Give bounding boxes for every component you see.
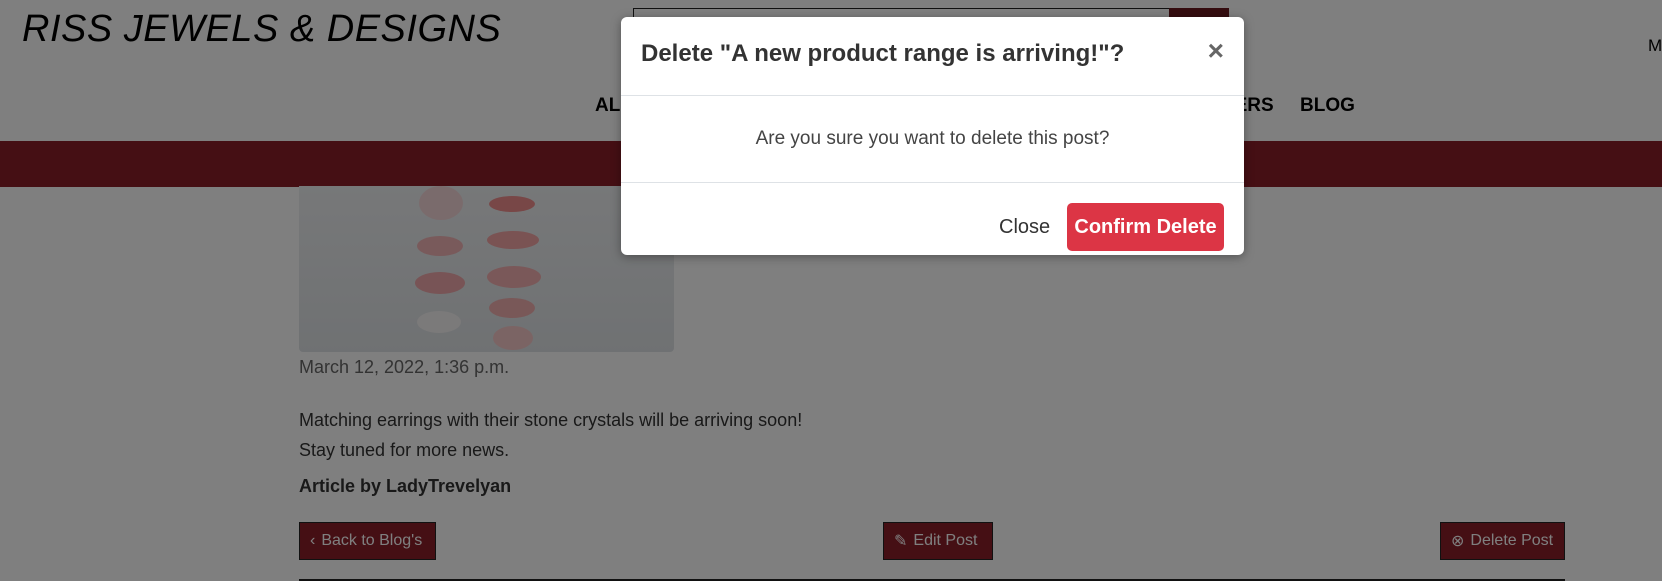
modal-footer: Close Confirm Delete [621, 183, 1244, 255]
modal-body: Are you sure you want to delete this pos… [621, 96, 1244, 183]
modal-header: Delete "A new product range is arriving!… [621, 17, 1244, 96]
delete-confirm-modal: Delete "A new product range is arriving!… [621, 17, 1244, 255]
confirm-delete-button[interactable]: Confirm Delete [1067, 203, 1224, 251]
modal-message: Are you sure you want to delete this pos… [755, 128, 1110, 149]
modal-title: Delete "A new product range is arriving!… [641, 40, 1125, 67]
close-button[interactable]: Close [987, 203, 1063, 251]
close-icon[interactable]: × [1208, 37, 1224, 65]
